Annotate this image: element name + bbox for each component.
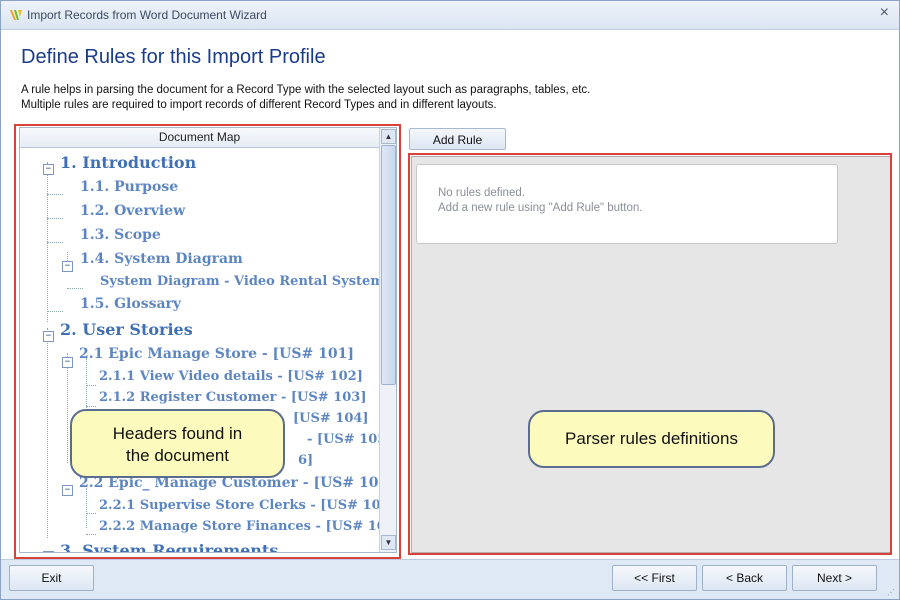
exit-button[interactable]: Exit	[9, 565, 94, 591]
callout-headers-line-2: the document	[125, 446, 229, 465]
resize-grip-icon[interactable]: ⋰	[887, 588, 897, 598]
next-button-label: Next >	[816, 571, 852, 585]
highlight-frame-left	[14, 124, 401, 559]
callout-parser-rules: Parser rules definitions	[528, 410, 775, 468]
callout-parser-rules-text: Parser rules definitions	[565, 429, 738, 448]
first-button[interactable]: << First	[612, 565, 697, 591]
next-button[interactable]: Next >	[792, 565, 877, 591]
callout-headers-line-1: Headers found in	[112, 424, 243, 443]
description-line-2: Multiple rules are required to import re…	[21, 99, 497, 111]
highlight-frame-right	[408, 153, 892, 555]
first-button-label: << First	[634, 571, 675, 585]
app-logo-icon	[10, 10, 22, 20]
close-icon[interactable]: ×	[880, 4, 889, 22]
wizard-window: Import Records from Word Document Wizard…	[0, 0, 900, 600]
window-title: Import Records from Word Document Wizard	[27, 8, 267, 22]
back-button-label: < Back	[725, 571, 764, 585]
exit-button-label: Exit	[41, 571, 62, 585]
page-description: A rule helps in parsing the document for…	[21, 83, 590, 113]
back-button[interactable]: < Back	[702, 565, 787, 591]
description-line-1: A rule helps in parsing the document for…	[21, 84, 591, 96]
add-rule-button[interactable]: Add Rule	[409, 128, 506, 150]
callout-headers: Headers found in the document	[70, 409, 285, 478]
footer-bar: Exit << First < Back Next > ⋰	[1, 559, 899, 599]
title-bar: Import Records from Word Document Wizard…	[1, 1, 899, 30]
page-title: Define Rules for this Import Profile	[21, 46, 326, 68]
